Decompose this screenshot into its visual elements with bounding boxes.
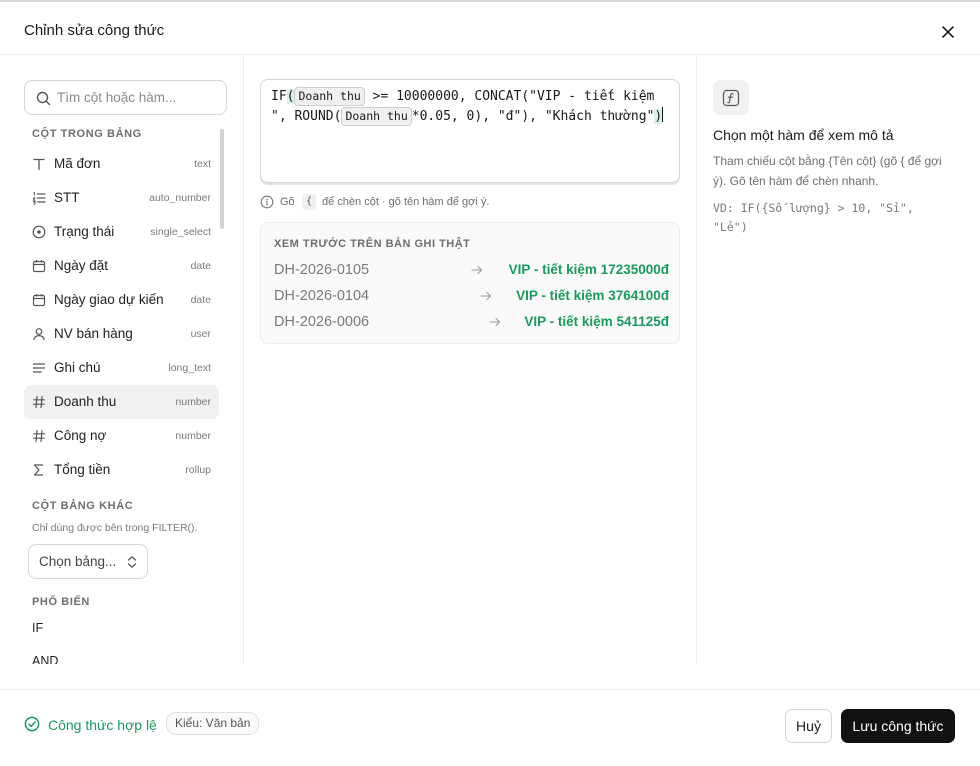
section-label-table-columns: CỘT TRONG BẢNG: [32, 128, 142, 140]
column-item-ghi-chu[interactable]: Ghi chú long_text: [24, 351, 219, 385]
preview-row: DH-2026-0104 VIP - tiết kiệm 3764100đ: [274, 286, 669, 306]
column-chip[interactable]: Doanh thu: [294, 87, 365, 106]
column-type: date: [190, 260, 211, 272]
column-item-stt[interactable]: STT auto_number: [24, 181, 219, 215]
column-type: number: [175, 430, 211, 442]
dialog-title: Chỉnh sửa công thức: [24, 22, 165, 39]
info-icon: [260, 195, 274, 209]
arrow-right-icon: [471, 265, 483, 275]
radio-circle-icon: [32, 225, 46, 239]
column-type: single_select: [150, 226, 211, 238]
preview-label: XEM TRƯỚC TRÊN BẢN GHI THẬT: [274, 238, 471, 250]
column-type: text: [194, 158, 211, 170]
preview-panel: XEM TRƯỚC TRÊN BẢN GHI THẬT DH-2026-0105…: [260, 222, 680, 344]
column-item-doanh-thu[interactable]: Doanh thu number: [24, 385, 219, 419]
search-input[interactable]: [57, 81, 222, 114]
save-formula-button[interactable]: Lưu công thức: [841, 709, 955, 743]
long-text-icon: [32, 363, 46, 373]
hint-text: để chèn cột · gõ tên hàm để gợi ý.: [322, 196, 490, 208]
hint-key: {: [302, 194, 316, 210]
formula-text: *0.05, 0), "đ"), "Khách thường": [411, 109, 655, 124]
column-name: Ngày giao dự kiến: [54, 292, 164, 307]
sigma-icon: [33, 464, 43, 476]
column-divider: [696, 56, 697, 664]
function-item-if[interactable]: IF: [32, 621, 43, 635]
text-caret: [662, 107, 664, 122]
sidebar: CỘT TRONG BẢNG Mã đơn text STT auto_numb…: [0, 56, 244, 664]
hash-icon: [32, 395, 46, 409]
column-name: Ghi chú: [54, 360, 101, 375]
check-circle-icon: [24, 716, 40, 732]
text-icon: [33, 158, 45, 171]
function-icon: [713, 80, 749, 115]
user-icon: [33, 328, 45, 341]
formula-result: VIP - tiết kiệm 541125đ: [524, 314, 669, 329]
column-item-ma-don[interactable]: Mã đơn text: [24, 147, 219, 181]
column-name: Mã đơn: [54, 156, 101, 171]
hint-text: Gõ: [280, 196, 295, 208]
column-item-nv-ban-hang[interactable]: NV bán hàng user: [24, 317, 219, 351]
help-description: Tham chiếu cột bằng {Tên cột} (gõ { để g…: [713, 154, 942, 188]
column-type: auto_number: [149, 192, 211, 204]
column-type: user: [190, 328, 211, 340]
column-name: Doanh thu: [54, 394, 117, 409]
formula-text: IF: [271, 89, 287, 104]
hash-icon: [32, 429, 46, 443]
formula-editor[interactable]: IF(Doanh thu >= 10000000, CONCAT("VIP - …: [260, 79, 680, 183]
chevron-up-down-icon: [127, 556, 137, 568]
table-select-value: Chọn bảng...: [39, 554, 117, 569]
column-type: date: [190, 294, 211, 306]
column-type: number: [175, 396, 211, 408]
type-badge: Kiểu: Văn bản: [166, 712, 260, 735]
numbered-list-icon: [32, 191, 46, 205]
record-id: DH-2026-0105: [274, 262, 370, 278]
help-title: Chọn một hàm để xem mô tả: [713, 127, 894, 143]
matching-paren-close: ): [654, 109, 663, 124]
column-name: Trạng thái: [54, 224, 115, 239]
column-type: long_text: [168, 362, 211, 374]
column-item-cong-no[interactable]: Công nợ number: [24, 419, 219, 453]
other-tables-note: Chỉ dùng được bên trong FILTER().: [32, 522, 198, 534]
section-label-popular: PHỔ BIẾN: [32, 596, 90, 608]
column-chip[interactable]: Doanh thu: [341, 107, 412, 126]
search-field[interactable]: [24, 80, 227, 115]
column-name: Tổng tiền: [54, 462, 111, 477]
validity-text: Công thức hợp lệ: [48, 717, 157, 733]
column-item-ngay-dat[interactable]: Ngày đặt date: [24, 249, 219, 283]
calendar-icon: [32, 294, 46, 307]
search-icon: [36, 91, 51, 106]
help-example: VD: IF({Số lượng} > 10, "Sỉ", "Lẻ"): [713, 201, 914, 234]
column-type: rollup: [185, 464, 211, 476]
calendar-icon: [32, 260, 46, 273]
dialog-footer: Công thức hợp lệ Kiểu: Văn bản Huỷ Lưu c…: [0, 689, 980, 766]
column-item-tong-tien[interactable]: Tổng tiền rollup: [24, 453, 219, 487]
formula-result: VIP - tiết kiệm 3764100đ: [516, 288, 669, 303]
column-list: Mã đơn text STT auto_number Trạng thái s…: [24, 147, 219, 487]
sidebar-scrollbar[interactable]: [220, 129, 224, 229]
formula-result: VIP - tiết kiệm 17235000đ: [508, 262, 669, 277]
preview-row: DH-2026-0105 VIP - tiết kiệm 17235000đ: [274, 260, 669, 280]
close-icon[interactable]: [938, 22, 958, 42]
function-item-and[interactable]: AND: [32, 654, 58, 664]
preview-row: DH-2026-0006 VIP - tiết kiệm 541125đ: [274, 312, 669, 332]
column-name: STT: [54, 190, 80, 205]
arrow-right-icon: [480, 291, 492, 301]
dialog-header: Chỉnh sửa công thức: [0, 0, 980, 55]
column-item-trang-thai[interactable]: Trạng thái single_select: [24, 215, 219, 249]
column-name: NV bán hàng: [54, 326, 133, 341]
matching-paren-open: (: [286, 89, 295, 104]
column-name: Công nợ: [54, 428, 107, 443]
section-label-other-tables: CỘT BẢNG KHÁC: [32, 500, 134, 512]
cancel-button[interactable]: Huỷ: [785, 709, 832, 743]
formula-code[interactable]: IF(Doanh thu >= 10000000, CONCAT("VIP - …: [271, 87, 669, 127]
record-id: DH-2026-0104: [274, 288, 370, 304]
arrow-right-icon: [489, 317, 501, 327]
table-select[interactable]: Chọn bảng...: [28, 544, 148, 579]
column-name: Ngày đặt: [54, 258, 109, 273]
column-item-ngay-giao-du-kien[interactable]: Ngày giao dự kiến date: [24, 283, 219, 317]
record-id: DH-2026-0006: [274, 314, 370, 330]
